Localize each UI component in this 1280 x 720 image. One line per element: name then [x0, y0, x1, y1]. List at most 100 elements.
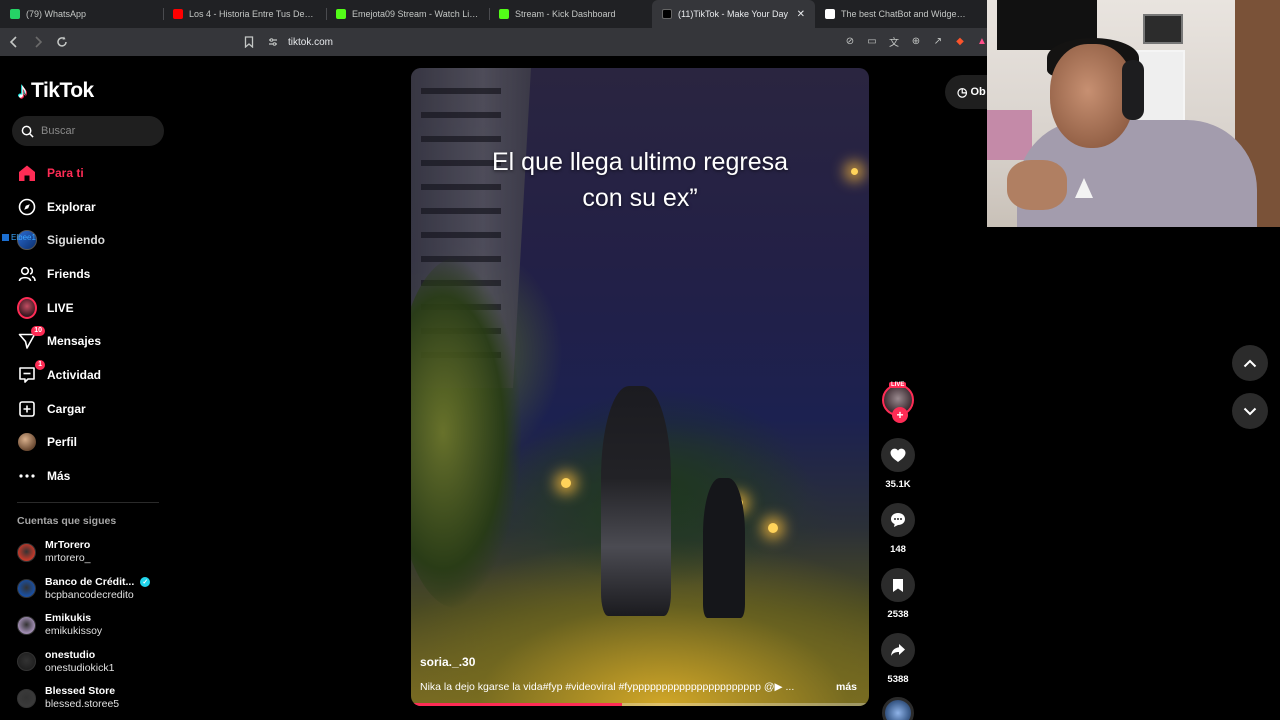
browser-tab[interactable]: Los 4 - Historia Entre Tus Dedos (Sal — [163, 0, 326, 28]
brave-shield-icon[interactable]: ◆ — [953, 34, 967, 48]
nav-item-live[interactable]: LIVE — [0, 291, 175, 325]
following-account[interactable]: Blessed Store blessed.storee5 — [17, 680, 172, 717]
browser-tab[interactable]: The best ChatBot and Widgets for Ki — [815, 0, 978, 28]
nav-item-actividad[interactable]: 1 Actividad — [0, 358, 175, 392]
music-disc-avatar[interactable] — [882, 697, 914, 720]
tab-favicon-icon — [173, 9, 183, 19]
nav-item-friends[interactable]: Friends — [0, 257, 175, 291]
following-account[interactable]: onestudio onestudiokick1 — [17, 644, 172, 681]
activity-icon: 1 — [17, 359, 45, 385]
follow-plus-icon[interactable]: + — [892, 407, 908, 423]
browser-tab[interactable]: (79) WhatsApp — [0, 0, 163, 28]
nav-item-explorar[interactable]: Explorar — [0, 190, 175, 224]
tab-close-icon[interactable]: ✕ — [797, 9, 805, 20]
caption-line: con su ex” — [582, 184, 698, 212]
account-name-row: Blessed Store — [45, 685, 119, 698]
next-video-button[interactable] — [1232, 393, 1268, 429]
webcam-pink-object — [987, 110, 1032, 160]
tab-title: (11)TikTok - Make Your Day — [678, 9, 789, 19]
live-avatar — [17, 296, 37, 319]
video-progress-bar[interactable] — [411, 703, 869, 706]
account-text: Emikukis emikukissoy — [45, 612, 102, 638]
nav-item-mas[interactable]: Más — [0, 459, 175, 493]
install-app-icon[interactable]: ▭ — [865, 34, 879, 48]
messages-icon: 10 — [17, 326, 45, 351]
tab-title: Los 4 - Historia Entre Tus Dedos (Sal — [189, 9, 316, 19]
following-account[interactable]: Banco de Crédit... ✓ bcpbancodecredito — [17, 571, 172, 608]
nav-item-cargar[interactable]: Cargar — [0, 392, 175, 426]
zoom-icon[interactable]: ⊕ — [909, 34, 923, 48]
following-account[interactable]: MrTorero mrtorero_ — [17, 534, 172, 571]
account-avatar — [17, 542, 36, 562]
account-username: emikukissoy — [45, 625, 103, 638]
site-settings-icon[interactable] — [268, 37, 278, 47]
account-text: MrTorero mrtorero_ — [45, 539, 91, 565]
comment-icon[interactable] — [881, 503, 915, 537]
save-action[interactable]: 2538 — [880, 568, 916, 620]
account-text: Banco de Crédit... ✓ bcpbancodecredito — [45, 576, 151, 602]
address-bar-actions: ⊘ ▭ 文 ⊕ ↗ ◆ ▲ — [843, 34, 989, 49]
bookmark-icon[interactable] — [244, 36, 254, 48]
tiktok-wordmark: TikTok — [31, 79, 94, 102]
share-count: 5388 — [887, 674, 909, 685]
account-name-row: Banco de Crédit... ✓ — [45, 576, 151, 589]
upload-icon — [17, 399, 37, 419]
following-account[interactable]: Emikukis emikukissoy — [17, 607, 172, 644]
share-arrow-icon[interactable] — [881, 633, 915, 667]
more-button[interactable]: más — [836, 681, 857, 693]
comment-action[interactable]: 148 — [880, 503, 916, 555]
tab-favicon-icon — [499, 9, 509, 19]
account-text: onestudio onestudiokick1 — [45, 649, 114, 675]
like-action[interactable]: 35.1K — [880, 438, 916, 490]
profile-avatar-icon — [17, 432, 37, 452]
tab-title: (79) WhatsApp — [26, 9, 87, 19]
tab-title: Stream - Kick Dashboard — [515, 9, 616, 19]
browser-tab[interactable]: (11)TikTok - Make Your Day ✕ — [652, 0, 815, 28]
save-count: 2538 — [887, 609, 909, 620]
url-text[interactable]: tiktok.com — [288, 37, 333, 48]
main-nav: Para ti Explorar Siguiendo Elbee1 Friend… — [0, 156, 175, 493]
video-player[interactable]: El que llega ultimo regresa con su ex” s… — [411, 68, 869, 706]
verified-badge-icon: ✓ — [140, 577, 151, 588]
forward-icon[interactable] — [28, 32, 48, 52]
more-icon — [17, 466, 37, 486]
overlay-tag-text: Elbee1 — [11, 233, 36, 243]
nav-item-para-ti[interactable]: Para ti — [0, 156, 175, 190]
browser-tab[interactable]: Emejota09 Stream - Watch Live o — [326, 0, 489, 28]
account-avatar — [17, 652, 36, 672]
share-action[interactable]: 5388 — [880, 633, 916, 685]
tiktok-note-icon: ♪ — [17, 78, 28, 103]
tab-favicon-icon — [336, 9, 346, 19]
video-author[interactable]: soria._.30 — [420, 655, 475, 669]
nav-label: Para ti — [47, 165, 84, 180]
video-overlay-caption: El que llega ultimo regresa con su ex” — [411, 144, 869, 216]
person-walking — [703, 478, 745, 618]
tiktok-logo[interactable]: ♪ TikTok — [17, 78, 94, 104]
address-bar[interactable]: tiktok.com ⊘ ▭ 文 ⊕ ↗ ◆ ▲ — [244, 31, 989, 53]
nav-item-siguiendo[interactable]: Siguiendo Elbee1 — [0, 223, 175, 257]
tracking-off-icon[interactable]: ⊘ — [843, 34, 857, 48]
browser-tab[interactable]: Stream - Kick Dashboard — [489, 0, 652, 28]
translate-icon[interactable]: 文 — [887, 34, 901, 49]
overlay-square-icon — [2, 234, 9, 242]
back-icon[interactable] — [4, 32, 24, 52]
creator-live-avatar[interactable]: LIVE + — [882, 382, 914, 423]
share-icon[interactable]: ↗ — [931, 34, 945, 48]
clock-icon: ◷ — [957, 85, 968, 99]
chevron-up-icon — [1243, 359, 1257, 367]
previous-video-button[interactable] — [1232, 345, 1268, 381]
following-section-title: Cuentas que sigues — [17, 515, 117, 527]
stream-overlay-tag: Elbee1 — [2, 233, 36, 242]
search-box[interactable] — [12, 116, 164, 146]
video-progress-fill — [411, 703, 622, 706]
account-avatar — [17, 579, 36, 599]
heart-icon[interactable] — [881, 438, 915, 472]
reload-icon[interactable] — [52, 32, 72, 52]
account-name-row: Emikukis — [45, 612, 102, 625]
bookmark-icon[interactable] — [881, 568, 915, 602]
search-input[interactable] — [41, 125, 151, 137]
like-count: 35.1K — [885, 479, 911, 490]
nav-item-perfil[interactable]: Perfil — [0, 426, 175, 460]
nav-item-mensajes[interactable]: 10 Mensajes — [0, 324, 175, 358]
nav-label: Más — [47, 469, 71, 484]
